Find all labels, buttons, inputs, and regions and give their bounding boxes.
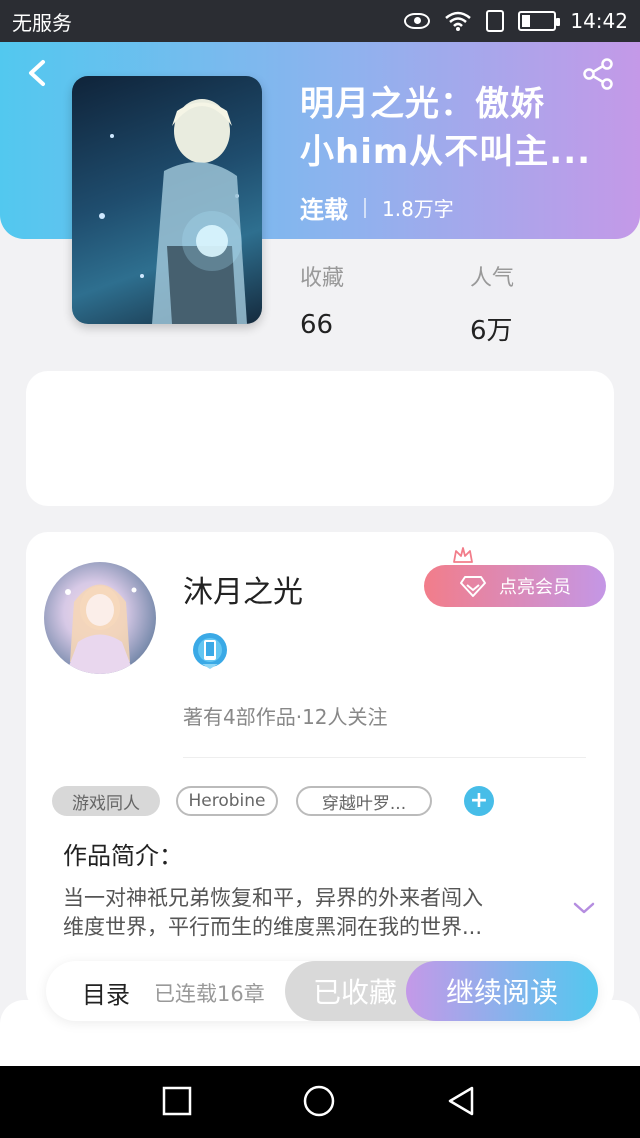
- intro-line2: 维度世界，平行而生的维度黑洞在我的世界...: [63, 915, 483, 939]
- recent-apps-icon[interactable]: [160, 1084, 194, 1118]
- back-nav-icon[interactable]: [444, 1084, 478, 1118]
- back-button[interactable]: [20, 56, 54, 90]
- sim-icon: [486, 10, 505, 32]
- cover-illustration: [99, 99, 247, 324]
- book-cover[interactable]: [72, 76, 262, 324]
- tag-travel[interactable]: 穿越叶罗...: [296, 786, 432, 816]
- status-bar: 无服务 14:42: [0, 0, 640, 42]
- carrier-label: 无服务: [12, 10, 72, 35]
- continue-reading-label: 继续阅读: [445, 976, 558, 1009]
- book-title: 明月之光：傲娇 小him从不叫主...: [300, 80, 610, 176]
- intro-title: 作品简介：: [63, 842, 183, 870]
- word-count: 1.8万字: [382, 197, 454, 221]
- tag-game-fanfic[interactable]: 游戏同人: [52, 786, 160, 816]
- diamond-icon: [460, 576, 486, 597]
- meta-divider: [364, 197, 366, 218]
- chapter-count: 已连载16章: [154, 982, 265, 1006]
- tag-herobine[interactable]: Herobine: [176, 786, 278, 816]
- continue-reading-button[interactable]: 继续阅读: [406, 961, 598, 1021]
- author-stats: 著有4部作品·12人关注: [183, 705, 388, 729]
- plus-icon: +: [469, 788, 489, 813]
- intro-text[interactable]: 当一对神祇兄弟恢复和平，异界的外来者闯入 维度世界，平行而生的维度黑洞在我的世界…: [63, 884, 553, 942]
- crown-icon: [453, 547, 473, 563]
- divider: [183, 757, 586, 758]
- clock: 14:42: [570, 9, 628, 33]
- avatar-illustration: [65, 584, 137, 674]
- popularity-label: 人气: [470, 266, 515, 291]
- author-name[interactable]: 沐月之光: [183, 567, 303, 611]
- favorites-label: 收藏: [300, 266, 345, 291]
- chevron-left-icon: [29, 60, 45, 86]
- vip-button[interactable]: 点亮会员: [424, 565, 606, 607]
- book-meta: 连载 1.8万字: [300, 190, 454, 225]
- favorites-stat: 收藏 66: [300, 260, 344, 340]
- catalog-button[interactable]: 目录: [82, 975, 130, 1010]
- popularity-value: 6万: [470, 316, 513, 346]
- phone-badge-icon: [193, 633, 227, 669]
- add-tag-button[interactable]: +: [464, 786, 494, 816]
- favorites-value: 66: [300, 310, 334, 340]
- book-title-line1: 明月之光：傲娇: [300, 84, 545, 124]
- chevron-down-icon[interactable]: [572, 900, 596, 916]
- home-icon[interactable]: [302, 1084, 336, 1118]
- favorited-label: 已收藏: [312, 976, 397, 1009]
- intro-line1: 当一对神祇兄弟恢复和平，异界的外来者闯入: [63, 886, 483, 910]
- popularity-stat: 人气 6万: [470, 260, 514, 347]
- battery-icon: [518, 11, 561, 31]
- eye-icon: [404, 13, 431, 29]
- wifi-icon: [445, 11, 472, 31]
- vip-button-label: 点亮会员: [499, 577, 571, 598]
- empty-card: [26, 371, 614, 506]
- book-title-line2: 小him从不叫主...: [300, 132, 592, 172]
- serial-status: 连载: [300, 196, 348, 224]
- author-avatar[interactable]: [44, 562, 156, 674]
